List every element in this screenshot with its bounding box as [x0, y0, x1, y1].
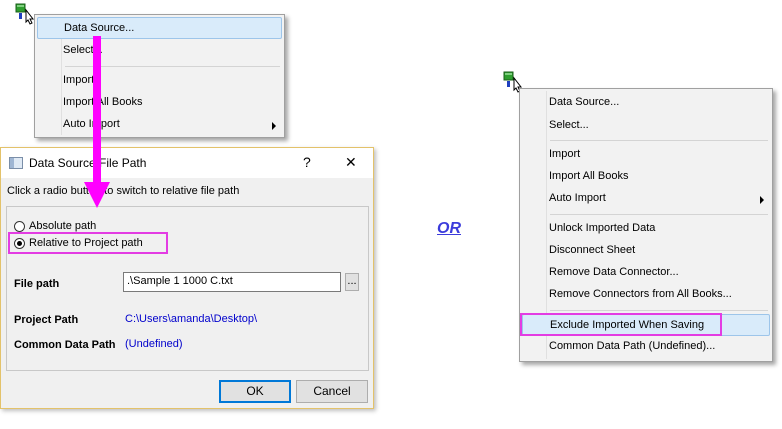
project-path-label: Project Path: [14, 314, 79, 326]
menu-item-label: Unlock Imported Data: [549, 222, 656, 234]
menu-item-select[interactable]: Select...: [522, 115, 770, 137]
menu-item-label: Disconnect Sheet: [549, 244, 636, 256]
ok-button[interactable]: OK: [219, 380, 291, 403]
menu-item-label: Data Source...: [549, 96, 620, 108]
menu-item-remove-data-connector[interactable]: Remove Data Connector...: [522, 262, 770, 284]
menu-separator: [550, 214, 768, 215]
menu-item-import[interactable]: Import: [37, 70, 282, 92]
menu-item-import-all-books[interactable]: Import All Books: [37, 92, 282, 114]
close-button[interactable]: ✕: [345, 154, 357, 171]
file-path-input[interactable]: .\Sample 1 1000 C.txt: [123, 272, 341, 292]
menu-item-unlock-imported-data[interactable]: Unlock Imported Data: [522, 218, 770, 240]
context-menu-left: Data Source... Select... Import Import A…: [34, 14, 285, 138]
help-button[interactable]: ?: [303, 154, 311, 170]
menu-item-label: Remove Data Connector...: [549, 266, 679, 278]
menu-item-label: Import: [549, 148, 581, 160]
menu-item-label: Common Data Path (Undefined)...: [549, 340, 716, 352]
menu-item-import[interactable]: Import: [522, 144, 770, 166]
menu-item-auto-import[interactable]: Auto Import: [37, 114, 282, 136]
menu-item-label: Auto Import: [549, 192, 606, 204]
menu-item-label: Select...: [549, 119, 589, 131]
menu-item-label: Import All Books: [549, 170, 629, 182]
submenu-arrow-icon: [760, 196, 764, 204]
project-path-value: C:\Users\amanda\Desktop\: [125, 313, 258, 325]
instruction-text: Click a radio button to switch to relati…: [7, 185, 240, 197]
common-data-path-label: Common Data Path: [14, 339, 116, 351]
submenu-arrow-icon: [272, 122, 276, 130]
menu-item-data-source[interactable]: Data Source...: [522, 92, 770, 114]
dialog-titlebar[interactable]: Data Source File Path ? ✕: [1, 148, 373, 178]
menu-item-import-all-books[interactable]: Import All Books: [522, 166, 770, 188]
data-source-file-path-dialog: Data Source File Path ? ✕ Click a radio …: [0, 147, 374, 409]
menu-separator: [550, 140, 768, 141]
path-settings-group: Absolute path Relative to Project path F…: [6, 206, 369, 371]
file-path-label: File path: [14, 278, 60, 290]
pointer-arrow: [84, 36, 110, 208]
window-icon: [9, 157, 23, 169]
menu-item-label: Data Source...: [64, 22, 135, 34]
menu-item-disconnect-sheet[interactable]: Disconnect Sheet: [522, 240, 770, 262]
exclude-imported-highlight: [520, 313, 722, 336]
menu-item-remove-connectors-all-books[interactable]: Remove Connectors from All Books...: [522, 284, 770, 306]
menu-item-data-source[interactable]: Data Source...: [37, 17, 282, 39]
menu-item-auto-import[interactable]: Auto Import: [522, 188, 770, 210]
common-data-path-value: (Undefined): [125, 338, 183, 350]
radio-absolute-path[interactable]: [14, 221, 25, 232]
relative-path-highlight: [8, 232, 168, 254]
menu-item-select[interactable]: Select...: [37, 40, 282, 62]
or-label: OR: [437, 220, 461, 237]
menu-separator: [550, 310, 768, 311]
cancel-button[interactable]: Cancel: [296, 380, 368, 403]
browse-button[interactable]: ...: [345, 273, 359, 291]
menu-item-common-data-path[interactable]: Common Data Path (Undefined)...: [522, 336, 770, 358]
radio-absolute-label[interactable]: Absolute path: [29, 220, 96, 232]
menu-item-label: Remove Connectors from All Books...: [549, 288, 732, 300]
